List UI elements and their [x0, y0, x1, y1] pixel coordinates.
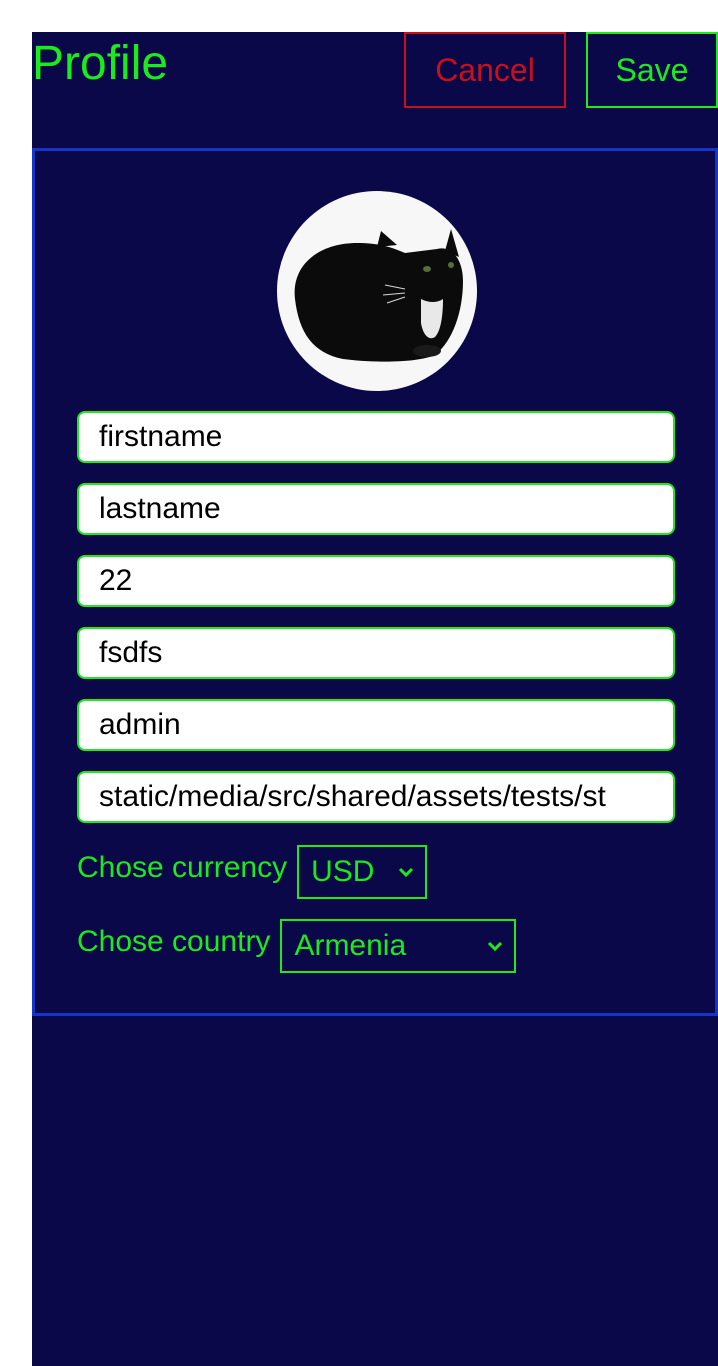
country-row: Chose country Armenia	[77, 919, 517, 973]
firstname-input[interactable]	[77, 411, 675, 463]
cancel-button[interactable]: Cancel	[404, 32, 566, 108]
currency-label: Chose currency	[77, 851, 288, 884]
currency-row: Chose currency USD	[77, 845, 428, 899]
username-input[interactable]	[77, 627, 675, 679]
profile-card: Chose currency USD Chose country Armenia	[32, 148, 718, 1016]
lastname-input[interactable]	[77, 483, 675, 535]
save-button[interactable]: Save	[586, 32, 718, 108]
chevron-down-icon	[399, 867, 414, 878]
currency-select[interactable]: USD	[297, 845, 428, 899]
avatar[interactable]	[277, 191, 477, 391]
role-input[interactable]	[77, 699, 675, 751]
cat-photo-icon	[294, 229, 463, 362]
currency-selected-value: USD	[311, 855, 375, 888]
country-selected-value: Armenia	[294, 929, 407, 962]
country-select[interactable]: Armenia	[280, 919, 517, 973]
chevron-down-icon	[488, 941, 503, 952]
page-title: Profile	[32, 37, 169, 90]
age-input[interactable]	[77, 555, 675, 607]
profile-page: Profile Cancel Save firstname lastname 2…	[32, 32, 718, 1366]
country-label: Chose country	[77, 925, 271, 958]
image-path-input[interactable]	[77, 771, 675, 823]
